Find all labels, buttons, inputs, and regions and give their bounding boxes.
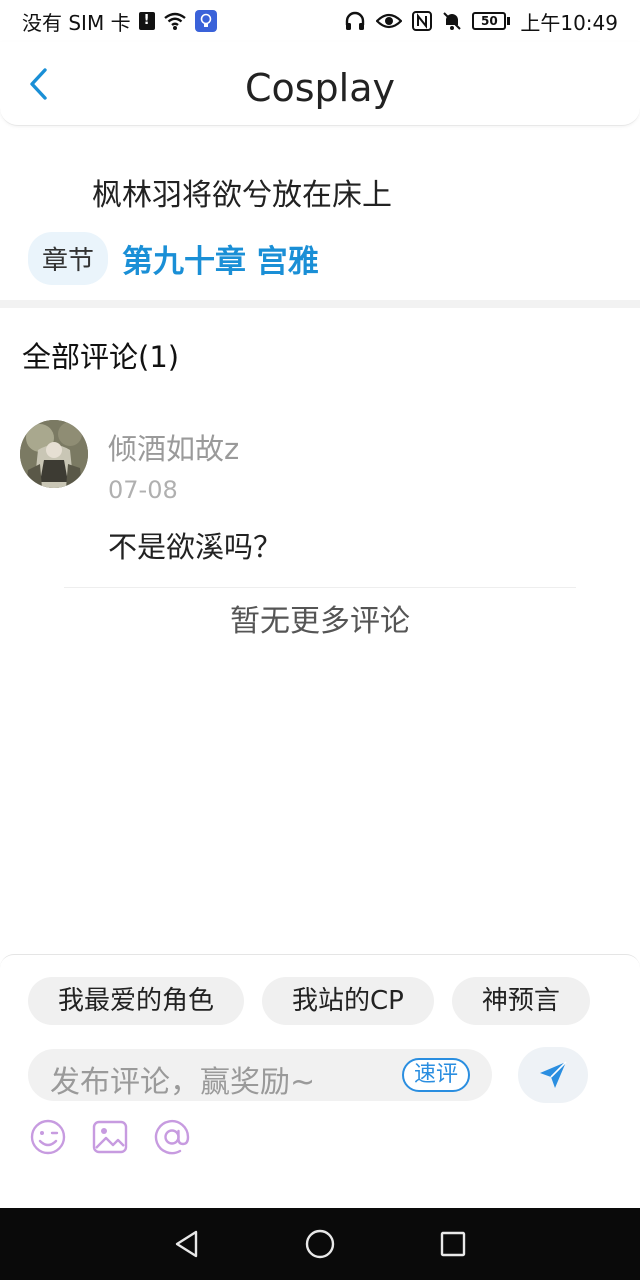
avatar[interactable] xyxy=(20,420,88,488)
no-more-comments: 暂无更多评论 xyxy=(230,604,410,639)
mention-button[interactable] xyxy=(152,1117,192,1157)
battery-indicator: 50 xyxy=(472,12,511,30)
chip-prediction[interactable]: 神预言 xyxy=(451,977,590,1025)
composer-tools xyxy=(28,1117,192,1157)
quick-topic-chips: 我最爱的角色 我站的CP 神预言 xyxy=(28,977,590,1025)
emoji-button[interactable] xyxy=(28,1117,68,1157)
section-divider xyxy=(0,300,640,308)
clock: 上午10:49 xyxy=(520,10,618,35)
send-icon xyxy=(540,1061,567,1088)
chapter-link[interactable]: 第九十章 宫雅 xyxy=(122,236,319,281)
comment-input-placeholder: 发布评论，赢奖励~ xyxy=(50,1065,316,1100)
at-icon xyxy=(154,1119,190,1155)
emoji-icon xyxy=(30,1119,66,1155)
lightbulb-icon xyxy=(194,10,217,32)
comment-divider xyxy=(64,587,576,588)
image-icon xyxy=(92,1120,128,1154)
circle-home-icon xyxy=(305,1229,335,1259)
status-bar: 没有 SIM 卡 ! 50 上午10:49 xyxy=(0,0,640,42)
page-title: Cosplay xyxy=(244,66,396,110)
comment-username[interactable]: 倾酒如故z xyxy=(108,426,239,468)
wifi-icon xyxy=(163,12,186,30)
send-button[interactable] xyxy=(518,1047,588,1103)
comments-heading: 全部评论(1) xyxy=(22,340,180,374)
top-header: Cosplay xyxy=(0,42,640,126)
comment-composer: 我最爱的角色 我站的CP 神预言 发布评论，赢奖励~ 速评 xyxy=(0,954,640,1208)
chip-favorite-character[interactable]: 我最爱的角色 xyxy=(28,977,245,1025)
comment-input[interactable]: 发布评论，赢奖励~ 速评 xyxy=(28,1049,492,1101)
nav-home-button[interactable] xyxy=(298,1222,342,1266)
comment-text: 不是欲溪吗？ xyxy=(108,530,283,564)
nav-recents-button[interactable] xyxy=(431,1222,475,1266)
system-nav-bar xyxy=(0,1208,640,1280)
nfc-icon xyxy=(412,11,433,31)
battery-level: 50 xyxy=(472,12,507,30)
triangle-back-icon xyxy=(175,1230,197,1258)
image-button[interactable] xyxy=(90,1117,130,1157)
chapter-badge: 章节 xyxy=(28,232,109,285)
sim-alert-icon: ! xyxy=(138,12,155,30)
headphones-icon xyxy=(346,11,365,30)
chapter-row: 章节 第九十章 宫雅 xyxy=(28,232,319,285)
comment-date: 07-08 xyxy=(108,476,178,504)
mute-bell-icon xyxy=(443,12,462,30)
nav-back-button[interactable] xyxy=(165,1222,209,1266)
chip-my-cp[interactable]: 我站的CP xyxy=(262,977,434,1025)
sim-status-text: 没有 SIM 卡 xyxy=(22,10,131,35)
square-recents-icon xyxy=(441,1231,466,1257)
eye-icon xyxy=(376,13,403,29)
topic-text: 枫林羽将欲兮放在床上 xyxy=(92,178,392,213)
quick-review-button[interactable]: 速评 xyxy=(401,1058,470,1092)
